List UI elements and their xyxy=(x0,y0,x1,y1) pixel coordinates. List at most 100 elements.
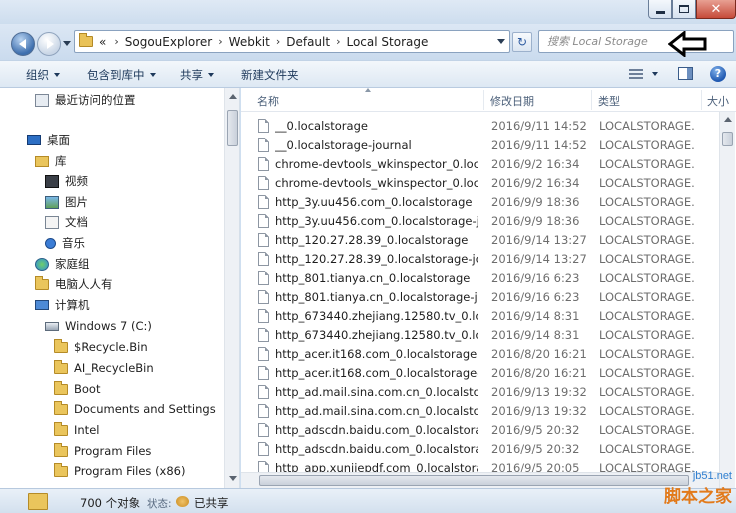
folder-icon xyxy=(54,400,68,415)
share-button[interactable]: 共享 xyxy=(180,67,214,83)
recent-pages-dropdown[interactable] xyxy=(63,41,71,46)
breadcrumb-overflow[interactable]: « xyxy=(99,35,106,49)
breadcrumb-webkit[interactable]: Webkit xyxy=(229,35,270,49)
nav-homegroup[interactable]: 家庭组 xyxy=(35,254,90,274)
view-options-icon[interactable] xyxy=(629,69,643,79)
file-name: http_673440.zhejiang.12580.tv_0.local... xyxy=(275,309,478,323)
nav-intel[interactable]: Intel xyxy=(54,420,99,440)
file-row[interactable]: http_673440.zhejiang.12580.tv_0.local...… xyxy=(241,326,718,345)
state-value: 已共享 xyxy=(194,496,229,510)
nav-documents-and-settings[interactable]: Documents and Settings xyxy=(54,399,216,419)
status-bar: 700 个对象 状态: 已共享 xyxy=(0,488,736,513)
organize-button[interactable]: 组织 xyxy=(26,67,60,83)
nav-program-files-x86[interactable]: Program Files (x86) xyxy=(54,461,185,481)
nav-boot[interactable]: Boot xyxy=(54,379,100,399)
file-row[interactable]: http_120.27.28.39_0.localstorage-jour...… xyxy=(241,250,718,269)
column-header-type[interactable]: 类型 xyxy=(598,93,620,109)
minimize-button[interactable] xyxy=(648,0,672,19)
maximize-button[interactable] xyxy=(672,0,696,19)
forward-button[interactable] xyxy=(37,32,61,56)
view-options-dropdown[interactable] xyxy=(652,72,658,76)
file-row[interactable]: http_3y.uu456.com_0.localstorage-jou... 2… xyxy=(241,212,718,231)
horizontal-scroll-thumb[interactable] xyxy=(259,475,689,486)
file-row[interactable]: http_acer.it168.com_0.localstorage-jo...… xyxy=(241,364,718,383)
breadcrumb-separator[interactable]: › xyxy=(212,35,228,48)
file-row[interactable]: http_acer.it168.com_0.localstorage 2016/8… xyxy=(241,345,718,364)
refresh-button[interactable]: ↻ xyxy=(512,32,532,52)
maximize-icon xyxy=(679,5,689,13)
navigation-pane: 最近访问的位置 桌面 库 视频 图片 文档 音乐 家庭组 电脑人人有 计算机 W… xyxy=(0,88,240,488)
column-header-name[interactable]: 名称 xyxy=(257,93,279,109)
column-header-modified[interactable]: 修改日期 xyxy=(490,93,534,109)
nav-recycle-bin-folder[interactable]: $Recycle.Bin xyxy=(54,337,148,357)
breadcrumb-default[interactable]: Default xyxy=(286,35,330,49)
file-date: 2016/9/13 19:32 xyxy=(491,385,587,399)
watermark-name: 脚本之家 xyxy=(664,487,732,507)
scroll-down-icon[interactable] xyxy=(229,476,237,481)
help-button[interactable]: ? xyxy=(710,66,726,82)
file-row[interactable]: chrome-devtools_wkinspector_0.local... 20… xyxy=(241,174,718,193)
file-scroll-thumb[interactable] xyxy=(722,132,733,146)
file-list-scrollbar[interactable] xyxy=(719,112,735,488)
nav-scroll-thumb[interactable] xyxy=(227,110,238,146)
back-button[interactable] xyxy=(11,32,35,56)
file-row[interactable]: http_801.tianya.cn_0.localstorage-jour..… xyxy=(241,288,718,307)
column-header-size[interactable]: 大小 xyxy=(707,93,729,109)
nav-computer[interactable]: 计算机 xyxy=(35,295,90,315)
file-row[interactable]: chrome-devtools_wkinspector_0.local... 20… xyxy=(241,155,718,174)
new-folder-label: 新建文件夹 xyxy=(241,68,299,82)
address-bar[interactable]: « › SogouExplorer › Webkit › Default › L… xyxy=(74,30,510,53)
nav-documents[interactable]: 文档 xyxy=(45,212,88,232)
nav-folder-diannao[interactable]: 电脑人人有 xyxy=(35,274,113,294)
column-divider[interactable] xyxy=(701,90,702,110)
organize-label: 组织 xyxy=(26,68,49,82)
new-folder-button[interactable]: 新建文件夹 xyxy=(241,67,299,83)
file-name: __0.localstorage xyxy=(275,119,368,133)
file-name: http_120.27.28.39_0.localstorage xyxy=(275,233,469,247)
nav-videos[interactable]: 视频 xyxy=(45,171,88,191)
file-type: LOCALSTORAGE... xyxy=(599,385,695,399)
file-name: http_adscdn.baidu.com_0.localstorage xyxy=(275,423,478,437)
scroll-up-icon[interactable] xyxy=(724,117,732,122)
file-row[interactable]: http_120.27.28.39_0.localstorage 2016/9/1… xyxy=(241,231,718,250)
sort-ascending-icon xyxy=(365,88,371,92)
nav-ai-recyclebin[interactable]: AI_RecycleBin xyxy=(54,358,154,378)
file-row[interactable]: http_adscdn.baidu.com_0.localstorage 2016… xyxy=(241,421,718,440)
nav-pane-scrollbar[interactable] xyxy=(224,88,239,488)
file-row[interactable]: http_ad.mail.sina.com.cn_0.localstorage 2… xyxy=(241,383,718,402)
column-divider[interactable] xyxy=(591,90,592,110)
folder-icon xyxy=(54,421,68,436)
file-name: http_120.27.28.39_0.localstorage-jour... xyxy=(275,252,478,266)
file-type: LOCALSTORAGE... xyxy=(599,290,695,304)
breadcrumb-local-storage[interactable]: Local Storage xyxy=(346,35,428,49)
nav-drive-c[interactable]: Windows 7 (C:) xyxy=(45,316,152,336)
nav-library[interactable]: 库 xyxy=(35,151,67,171)
scroll-up-icon[interactable] xyxy=(229,94,237,99)
file-row[interactable]: http_801.tianya.cn_0.localstorage 2016/9/… xyxy=(241,269,718,288)
breadcrumb-sogouexplorer[interactable]: SogouExplorer xyxy=(125,35,213,49)
file-row[interactable]: http_ad.mail.sina.com.cn_0.localstora...… xyxy=(241,402,718,421)
file-icon xyxy=(258,176,269,190)
file-type: LOCALSTORAGE... xyxy=(599,138,695,152)
file-date: 2016/9/16 6:23 xyxy=(491,271,580,285)
file-row[interactable]: __0.localstorage 2016/9/11 14:52 LOCALSTOR… xyxy=(241,117,718,136)
nav-pictures[interactable]: 图片 xyxy=(45,192,88,212)
preview-pane-toggle-icon[interactable] xyxy=(678,67,693,80)
file-row[interactable]: http_3y.uu456.com_0.localstorage 2016/9/9… xyxy=(241,193,718,212)
picture-icon xyxy=(45,195,59,209)
nav-program-files[interactable]: Program Files xyxy=(54,441,151,461)
address-history-dropdown[interactable] xyxy=(497,39,505,44)
include-in-library-button[interactable]: 包含到库中 xyxy=(87,67,156,83)
breadcrumb-separator[interactable]: › xyxy=(330,35,346,48)
nav-recent-places[interactable]: 最近访问的位置 xyxy=(35,90,136,110)
close-button[interactable]: ✕ xyxy=(696,0,736,19)
file-row[interactable]: http_adscdn.baidu.com_0.localstorag... 20… xyxy=(241,440,718,459)
column-divider[interactable] xyxy=(483,90,484,110)
nav-desktop[interactable]: 桌面 xyxy=(27,130,70,150)
breadcrumb-separator[interactable]: › xyxy=(270,35,286,48)
file-row[interactable]: http_673440.zhejiang.12580.tv_0.local...… xyxy=(241,307,718,326)
file-icon xyxy=(258,366,269,380)
nav-music[interactable]: 音乐 xyxy=(45,233,85,253)
file-row[interactable]: __0.localstorage-journal 2016/9/11 14:52 L… xyxy=(241,136,718,155)
file-name: http_3y.uu456.com_0.localstorage-jou... xyxy=(275,214,478,228)
